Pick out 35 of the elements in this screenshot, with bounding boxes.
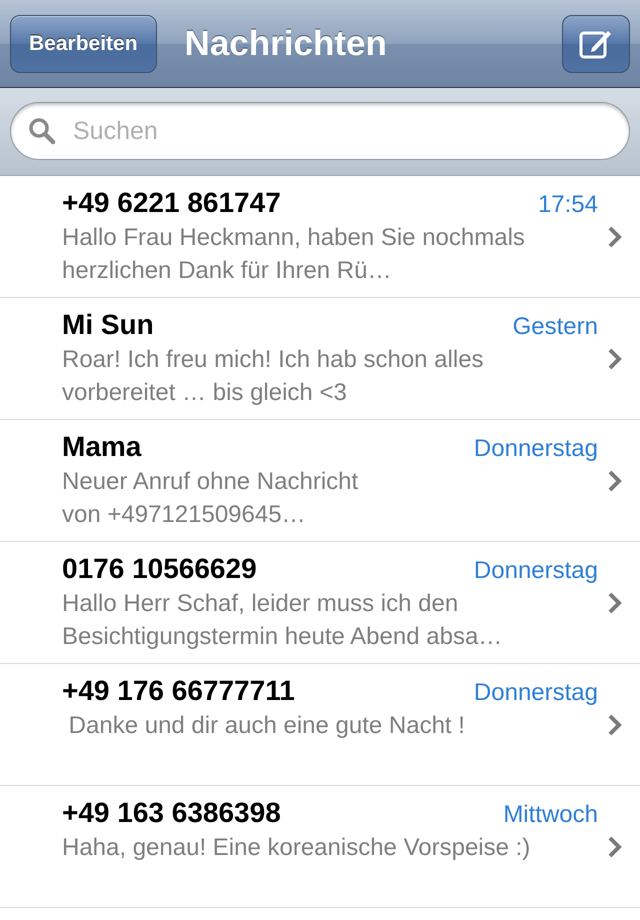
conversation-row[interactable]: Mi Sun Gestern Roar! Ich freu mich! Ich hab schon alles vorbereitet … bis gleich <3 — [0, 298, 640, 420]
contact-name: Mama — [62, 430, 142, 462]
message-time: Donnerstag — [474, 678, 598, 706]
message-time: 17:54 — [538, 190, 598, 218]
message-preview: Danke und dir auch eine gute Nacht ! — [68, 710, 466, 740]
window-title: Nachrichten — [184, 24, 388, 64]
chevron-icon — [608, 714, 622, 736]
contact-name: 0176 10566629 — [62, 552, 257, 584]
contact-name: +49 6221 861747 — [62, 186, 281, 218]
conversation-row[interactable]: 0176 10566629 Donnerstag Hallo Herr Schaf, leider muss ich den Besichtigungstermin heute Abend absa… — [0, 542, 640, 664]
message-preview: Hallo Frau Heckmann, haben Sie nochmals herzlichen Dank für Ihren Rü… — [62, 222, 526, 286]
compose-button[interactable] — [562, 14, 630, 72]
contact-name: +49 176 66777711 — [62, 674, 295, 706]
chevron-icon — [608, 836, 622, 858]
conversation-row[interactable]: Mama Donnerstag Neuer Anruf ohne Nachricht von +497121509645… — [0, 420, 640, 542]
chevron-icon — [608, 348, 622, 370]
conversation-row[interactable]: +49 6221 861747 17:54 Hallo Frau Heckmann, haben Sie nochmals herzlichen Dank für Ihren Rü… — [0, 176, 640, 298]
message-preview: Haha, genau! Eine koreanische Vorspeise :) — [62, 832, 532, 862]
message-time: Gestern — [512, 312, 598, 340]
chevron-icon — [608, 226, 622, 248]
message-time: Mittwoch — [503, 800, 598, 828]
conversation-row[interactable]: +49 163 6386398 Mittwoch Haha, genau! Eine koreanische Vorspeise :) — [0, 786, 640, 908]
conversation-row[interactable]: +49 176 66777711 Donnerstag Danke und dir auch eine gute Nacht ! — [0, 664, 640, 786]
message-time: Donnerstag — [474, 556, 598, 584]
edit-button[interactable]: Bearbeiten — [10, 14, 157, 72]
contact-name: Mi Sun — [62, 308, 154, 340]
message-preview: Neuer Anruf ohne Nachricht von +497121509645… — [62, 466, 360, 530]
message-time: Donnerstag — [474, 434, 598, 462]
chevron-icon — [608, 592, 622, 614]
message-preview: Hallo Herr Schaf, leider muss ich den Besichtigungstermin heute Abend absa… — [62, 588, 504, 652]
search-icon — [28, 117, 56, 145]
contact-name: +49 163 6386398 — [62, 796, 281, 828]
search-field[interactable]: Suchen — [10, 102, 630, 160]
chevron-icon — [608, 470, 622, 492]
message-preview: Roar! Ich freu mich! Ich hab schon alles vorbereitet … bis gleich <3 — [62, 344, 485, 408]
